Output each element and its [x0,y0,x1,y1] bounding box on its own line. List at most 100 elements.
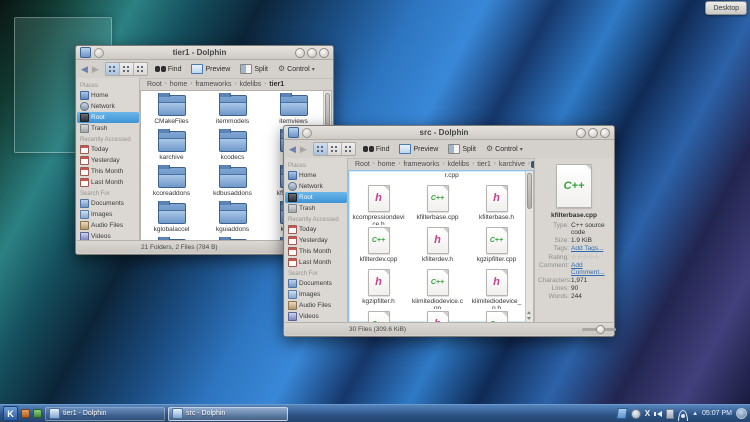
icons-view-button[interactable] [106,63,120,75]
breadcrumb-tier1[interactable]: tier1 [267,81,286,88]
file-item[interactable]: kgzipfilter.cpp [467,225,526,267]
sidebar-item-root[interactable]: Root [77,112,139,123]
taskbar-task-src[interactable]: src - Dolphin [168,407,288,421]
sidebar-item-documents[interactable]: Documents [285,278,347,289]
scroll-down-icon[interactable] [527,317,531,320]
add-tags-link[interactable]: Add Tags... [571,245,603,252]
sidebar-item-images[interactable]: Images [77,209,139,220]
back-arrow-icon[interactable]: ◀ [81,65,88,74]
desktop-toolbox-button[interactable]: Desktop [705,1,747,15]
scrollbar-thumb[interactable] [527,173,532,209]
xorg-icon[interactable]: X [645,410,650,418]
sidebar-item-audio[interactable]: Audio Files [77,220,139,231]
scrollbar-thumb[interactable] [325,93,330,129]
preview-button[interactable]: Preview [396,143,441,155]
details-view-button[interactable] [134,63,147,75]
file-item[interactable]: kcompressiondevice.h [349,183,408,225]
breadcrumb-tier1[interactable]: tier1 [475,161,493,168]
usb-device-icon[interactable] [666,409,674,419]
breadcrumb-frameworks[interactable]: frameworks [193,81,233,88]
breadcrumb-home[interactable]: home [168,81,190,88]
add-comment-link[interactable]: Add Comment... [571,262,610,276]
split-button[interactable]: Split [445,143,479,155]
folder-item[interactable]: kglobalaccel [141,201,202,237]
taskbar-task-tier1[interactable]: tier1 - Dolphin [45,407,165,421]
folder-item[interactable]: kdbusaddons [202,165,263,201]
quick-launch-icon-1[interactable] [21,409,30,418]
sidebar-item-today[interactable]: Today [285,224,347,235]
sidebar-item-trash[interactable]: Trash [285,203,347,214]
clipped-file-label[interactable]: r.cpp [445,172,459,179]
titlebar[interactable]: tier1 - Dolphin [76,46,333,60]
breadcrumb-root[interactable]: Root [353,161,372,168]
minimize-button[interactable] [295,48,305,58]
tray-expander-icon[interactable]: ▲ [692,411,698,417]
scroll-up-icon[interactable] [527,311,531,314]
minimize-button[interactable] [576,128,586,138]
compact-view-button[interactable] [120,63,134,75]
preview-button[interactable]: Preview [188,63,233,75]
plasma-cashew-icon[interactable] [736,408,747,419]
zoom-slider-handle[interactable] [596,325,605,334]
titlebar-menu-icon[interactable] [302,128,312,138]
file-item[interactable]: knonefilter.h [408,309,467,323]
zoom-slider[interactable] [582,325,605,334]
sidebar-item-images[interactable]: Images [285,289,347,300]
icons-view-button[interactable] [314,143,328,155]
sidebar-item-last-month[interactable]: Last Month [77,177,139,188]
file-item[interactable]: kfilterbase.h [467,183,526,225]
file-item[interactable]: knonefilter.cpp [349,309,408,323]
volume-icon[interactable] [654,411,662,417]
sidebar-item-audio[interactable]: Audio Files [285,300,347,311]
folder-item[interactable]: kcoreaddons [141,165,202,201]
forward-arrow-icon[interactable]: ▶ [300,145,307,154]
breadcrumb-kdelibs[interactable]: kdelibs [238,81,264,88]
sidebar-item-last-month[interactable]: Last Month [285,257,347,268]
folder-item[interactable]: itemmodels [202,93,263,129]
sidebar-item-network[interactable]: Network [77,101,139,112]
sidebar-item-today[interactable]: Today [77,144,139,155]
find-button[interactable]: Find [152,65,185,74]
quick-launch-icon-2[interactable] [33,409,42,418]
sidebar-item-yesterday[interactable]: Yesterday [285,235,347,246]
file-item[interactable]: kfilterdev.cpp [349,225,408,267]
folder-item[interactable]: CMakeFiles [141,93,202,129]
forward-arrow-icon[interactable]: ▶ [92,65,99,74]
file-item[interactable]: kgzipfilter.h [349,267,408,309]
file-item[interactable]: klimitediodevice_p.h [467,267,526,309]
compact-view-button[interactable] [328,143,342,155]
sidebar-item-home[interactable]: Home [285,170,347,181]
folder-item[interactable]: itemviews [263,93,324,129]
find-button[interactable]: Find [360,145,393,154]
breadcrumb-karchive[interactable]: karchive [497,161,527,168]
sidebar-item-documents[interactable]: Documents [77,198,139,209]
folder-item[interactable]: karchive [141,129,202,165]
maximize-button[interactable] [588,128,598,138]
maximize-button[interactable] [307,48,317,58]
sidebar-item-this-month[interactable]: This Month [285,246,347,257]
sidebar-item-trash[interactable]: Trash [77,123,139,134]
file-item[interactable]: klimitediodevice.cpp [408,267,467,309]
split-button[interactable]: Split [237,63,271,75]
file-item[interactable]: kfilterdev.h [408,225,467,267]
kde-menu-button[interactable]: K [3,406,18,421]
device-notifier-icon[interactable] [631,409,641,419]
klipper-icon[interactable] [616,408,628,419]
breadcrumb-root[interactable]: Root [145,81,164,88]
breadcrumb-kdelibs[interactable]: kdelibs [446,161,472,168]
rating-stars[interactable]: ☆ ☆ ☆ ☆ ☆ [571,254,598,261]
titlebar-menu-icon[interactable] [94,48,104,58]
file-item[interactable]: kfilterbase.cpp [408,183,467,225]
back-arrow-icon[interactable]: ◀ [289,145,296,154]
sidebar-item-videos[interactable]: Videos [285,311,347,322]
breadcrumb-frameworks[interactable]: frameworks [401,161,441,168]
folder-item[interactable]: kcodecs [202,129,263,165]
sidebar-item-home[interactable]: Home [77,90,139,101]
titlebar[interactable]: src - Dolphin [284,126,614,140]
close-button[interactable] [319,48,329,58]
breadcrumb-home[interactable]: home [376,161,398,168]
sidebar-item-yesterday[interactable]: Yesterday [77,155,139,166]
sidebar-item-this-month[interactable]: This Month [77,166,139,177]
sidebar-item-root[interactable]: Root [285,192,347,203]
folder-item[interactable]: kguiaddons [202,201,263,237]
